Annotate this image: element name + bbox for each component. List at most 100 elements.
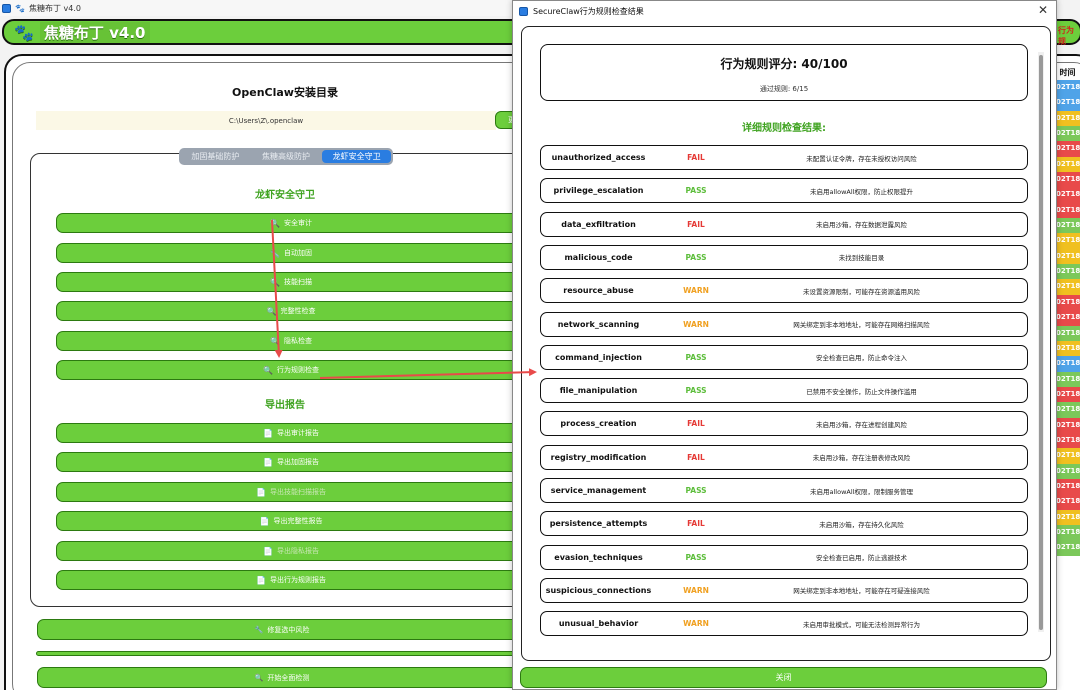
rule-status: FAIL [687,452,705,462]
rule-row-privilege-escalation: privilege_escalation PASS 未启用allowAll权限，防止… [540,178,1028,204]
search-icon: 🔍 [254,673,264,682]
time-cell: 02T18 [1055,417,1080,433]
time-cell: 02T18 [1055,141,1080,157]
export-behavior-report-button[interactable]: 📄 导出行为规则报告 [56,570,526,590]
time-cell: 02T18 [1055,172,1080,188]
rule-description: 安全检查已启用，防止逃避技术 [816,554,907,563]
time-cell: 02T18 [1055,432,1080,449]
rule-status: FAIL [687,153,705,162]
dialog-titlebar: SecureClaw行为规则检查结果 [513,1,1056,21]
button-label: 导出技能扫描报告 [269,488,326,496]
button-label: 修复选中风险 [267,625,310,634]
rule-name: evasion_techniques [554,552,643,562]
brand-name: 焦糖布丁 v4.0 [39,21,150,43]
time-cell: 02T18: [1055,371,1080,387]
passed-rules: 通过规则: 6/15 [759,85,809,93]
button-label: 导出加固报告 [276,458,319,466]
rule-name: command_injection [555,352,642,362]
time-cell: 02T18 [1055,494,1080,510]
time-cell: 02T18 [1055,279,1080,295]
export-harden-report-button[interactable]: 📄 导出加固报告 [56,452,526,472]
button-label: 技能扫描 [283,278,312,286]
rule-description: 未启用allowAll权限，限制服务管理 [810,487,913,496]
wrench-icon: 🔧 [270,248,280,258]
button-label: 完整性检查 [280,307,316,315]
rule-row-service-management: service_management PASS 未启用allowAll权限，限制服务… [540,478,1028,503]
rule-status: PASS [685,186,707,196]
time-cell: 02T18: [1055,402,1080,418]
search-icon: 🔍 [270,336,280,346]
tab-basic[interactable]: 加固基础防护 [181,150,250,163]
time-cell: 02T18 [1055,233,1080,249]
rule-description: 安全检查已启用，防止命令注入 [816,354,907,363]
install-dir-path[interactable]: C:\Users\Z\.openclaw [36,111,496,130]
export-privacy-report-button[interactable]: 📄 导出隐私报告 [56,541,526,561]
auto-harden-button[interactable]: 🔧 自动加固 [56,243,526,263]
privacy-check-button[interactable]: 🔍 隐私检查 [56,331,526,351]
time-cell: 02T18: [1055,356,1080,372]
rule-status: PASS [685,352,707,362]
banner-right-text: 行为规 [1058,26,1074,46]
button-label: 导出隐私报告 [276,547,319,555]
rule-row-resource-abuse: resource_abuse WARN 未设置资源限制，可能存在资源滥用风险 [540,278,1028,304]
behavior-rule-check-button[interactable]: 🔍 行为规则检查 [56,360,526,380]
rule-name: file_manipulation [559,386,638,396]
search-icon: 🔍 [266,306,277,316]
tab-advanced[interactable]: 焦糖高级防护 [252,150,321,163]
time-cell: 02T18 [1055,386,1080,403]
rule-row-unauthorized-access: unauthorized_access FAIL 未配置认证令牌，存在未授权访问风险 [540,145,1028,170]
rule-row-command-injection: command_injection PASS 安全检查已启用，防止命令注入 [540,344,1028,370]
window-title: 焦糖布丁 v4.0 [28,3,81,13]
time-cell: 02T18 [1055,248,1080,265]
tab-guard[interactable]: 龙虾安全守卫 [322,150,392,163]
integrity-check-button[interactable]: 🔍 完整性检查 [56,301,526,321]
close-button[interactable]: 关闭 [520,667,1047,688]
rule-status: FAIL [687,419,705,429]
rule-row-data-exfiltration: data_exfiltration FAIL 未启用沙箱，存在数据泄露风险 [540,211,1028,237]
button-label: 安全审计 [283,219,312,227]
rule-row-persistence-attempts: persistence_attempts FAIL 未启用沙箱，存在持久化风险 [540,511,1028,537]
time-cell: 02T18 [1055,110,1080,127]
time-cell: 02T18: [1055,126,1080,142]
search-icon: 🔍 [263,365,273,375]
rule-name: service_management [550,486,647,495]
rule-name: persistence_attempts [549,519,648,529]
rule-name: privilege_escalation [553,186,644,196]
scrollbar-thumb[interactable] [1039,55,1043,630]
button-label: 隐私检查 [283,337,312,345]
rule-status: PASS [685,552,707,562]
time-cell: 02T18 [1055,202,1080,219]
rule-name: unauthorized_access [551,153,646,162]
button-label: 自动加固 [283,249,312,257]
skill-scan-button[interactable]: 🔍 技能扫描 [56,272,526,292]
close-icon[interactable]: ✕ [1038,3,1048,17]
document-icon: 📄 [256,575,266,585]
fix-selected-risks-button[interactable]: 🔧 修复选中风险 [37,619,527,640]
paw-icon: 🐾 [14,22,34,42]
details-title: 详细规则检查结果: [742,123,826,134]
export-skill-scan-report-button[interactable]: 📄 导出技能扫描报告 [56,482,526,502]
rule-status: FAIL [687,219,705,229]
rule-name: malicious_code [564,252,633,262]
time-cell: 02T18 [1055,156,1080,173]
export-section-title: 导出报告 [265,400,305,411]
rule-description: 网关绑定到非本地地址，可能存在可疑连接风险 [793,587,930,596]
start-full-scan-button[interactable]: 🔍 开始全面检测 [37,667,527,688]
paw-icon: 🐾 [15,3,25,13]
button-label: 开始全面检测 [267,673,310,682]
rule-name: registry_modification [550,452,647,462]
guard-section-title: 龙虾安全守卫 [255,190,315,201]
time-cell: 02T18: [1055,80,1080,96]
export-integrity-report-button[interactable]: 📄 导出完整性报告 [56,511,526,531]
score-box: 行为规则评分: 40/100 通过规则: 6/15 [540,44,1028,101]
rule-row-registry-modification: registry_modification FAIL 未启用沙箱，存在注册表修改风险 [540,444,1028,470]
document-icon: 📄 [259,516,270,526]
export-audit-report-button[interactable]: 📄 导出审计报告 [56,423,526,443]
time-column: 时间 02T18:02T18:02T1802T18:02T1802T1802T1… [1055,66,1080,556]
rule-description: 未设置资源限制，可能存在资源滥用风险 [803,287,920,296]
rule-name: data_exfiltration [561,219,636,229]
button-label: 导出审计报告 [276,429,319,437]
security-audit-button[interactable]: 🔍 安全审计 [56,213,526,233]
rule-status: PASS [685,486,707,495]
time-cell: 02T18: [1055,524,1080,541]
